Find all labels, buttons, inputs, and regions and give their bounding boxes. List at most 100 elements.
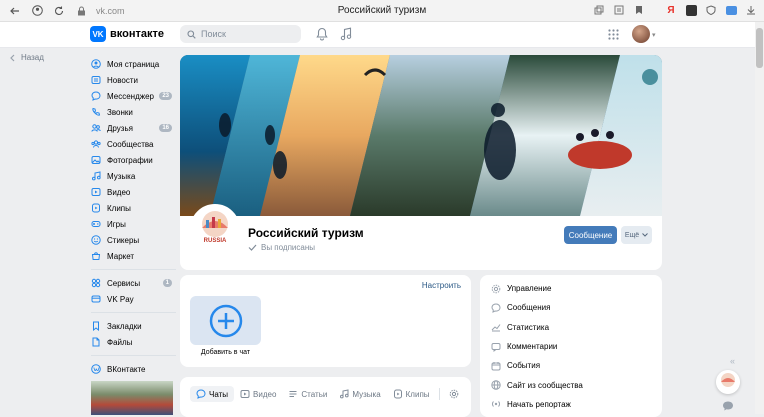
sidebar-item-games[interactable]: Игры — [91, 216, 176, 232]
page-scrollbar[interactable] — [755, 22, 764, 414]
chats-card: Настроить Добавить в чат — [180, 275, 471, 367]
extension-icon[interactable] — [684, 3, 698, 17]
reload-icon[interactable] — [52, 4, 66, 18]
vkpay-icon — [91, 295, 101, 303]
sidebar-item-news[interactable]: Новости — [91, 72, 176, 88]
chevron-down-icon[interactable]: ▾ — [652, 31, 656, 39]
plus-circle-icon — [209, 304, 242, 337]
menu-item-label: Сообщения — [507, 303, 551, 313]
sidebar-item-label: Игры — [107, 219, 126, 229]
account-icon[interactable] — [30, 4, 44, 18]
market-icon — [91, 252, 101, 260]
avatar-logo-text: RUSSIA — [204, 238, 227, 244]
bell-icon[interactable] — [316, 27, 328, 41]
tab-music[interactable]: Музыка — [333, 386, 386, 402]
sidebar-item-messenger[interactable]: Мессенджер 23 — [91, 88, 176, 104]
subscription-status[interactable]: Вы подписаны — [248, 243, 315, 252]
sidebar-item-label: ВКонтакте — [107, 364, 146, 374]
sidebar-item-video[interactable]: Видео — [91, 184, 176, 200]
tab-clips[interactable]: Клипы — [387, 386, 436, 402]
menu-item-comments[interactable]: Комментарии — [480, 337, 662, 356]
collapse-icon[interactable]: « — [730, 356, 735, 366]
community-avatar[interactable]: RUSSIA — [190, 204, 240, 254]
menu-item-stats[interactable]: Статистика — [480, 318, 662, 337]
sidebar-item-vk[interactable]: ВКонтакте — [91, 361, 176, 377]
events-icon — [491, 361, 501, 371]
broadcast-icon — [491, 401, 501, 408]
menu-item-globe[interactable]: Сайт из сообщества — [480, 375, 662, 394]
extension-blue-icon[interactable] — [724, 3, 738, 17]
check-icon — [248, 244, 257, 251]
back-label: Назад — [21, 53, 44, 62]
menu-item-label: События — [507, 361, 541, 371]
back-arrow-icon[interactable] — [8, 4, 22, 18]
sidebar-item-label: VK Pay — [107, 294, 134, 304]
message-button[interactable]: Сообщение — [564, 226, 617, 244]
counter-badge: 1 — [162, 279, 172, 287]
menu-item-events[interactable]: События — [480, 356, 662, 375]
menu-item-message[interactable]: Сообщения — [480, 298, 662, 317]
user-avatar[interactable] — [632, 25, 650, 43]
more-button[interactable]: Ещё — [621, 226, 652, 244]
sidebar-item-files[interactable]: Файлы — [91, 334, 176, 350]
sidebar-item-clips[interactable]: Клипы — [91, 200, 176, 216]
back-link[interactable]: Назад — [9, 53, 44, 62]
search-input[interactable]: Поиск — [180, 25, 301, 43]
sidebar-item-bookmark[interactable]: Закладки — [91, 318, 176, 334]
globe-icon — [491, 380, 501, 390]
sidebar-item-label: Клипы — [107, 203, 131, 213]
sidebar-item-label: Закладки — [107, 321, 142, 331]
news-icon — [91, 76, 101, 84]
sidebar-ad-image[interactable] — [91, 381, 173, 415]
copy-icon[interactable] — [592, 3, 606, 17]
music-icon — [92, 171, 101, 181]
video-icon — [240, 390, 250, 398]
reader-icon[interactable] — [612, 3, 626, 17]
menu-item-label: Сайт из сообщества — [507, 380, 583, 390]
search-icon — [187, 29, 196, 39]
sidebar-item-music[interactable]: Музыка — [91, 168, 176, 184]
shield-icon[interactable] — [704, 3, 718, 17]
sidebar-item-friends[interactable]: Друзья 16 — [91, 120, 176, 136]
tab-video[interactable]: Видео — [234, 386, 282, 402]
add-chat-tile[interactable] — [190, 296, 261, 345]
chat-bubble-icon[interactable] — [722, 400, 734, 412]
sidebar-item-phone[interactable]: Звонки — [91, 104, 176, 120]
menu-item-label: Начать репортаж — [507, 399, 571, 409]
sidebar-item-services[interactable]: Сервисы 1 — [91, 275, 176, 291]
url-text[interactable]: vk.com — [96, 6, 125, 16]
community-header: RUSSIA Российский туризм Вы подписаны Со… — [180, 204, 662, 270]
tabs-settings-button[interactable] — [443, 386, 465, 402]
menu-item-broadcast[interactable]: Начать репортаж — [480, 395, 662, 414]
sidebar-item-communities[interactable]: Сообщества — [91, 136, 176, 152]
scrollbar-thumb[interactable] — [756, 28, 763, 68]
phone-icon — [92, 107, 101, 116]
sidebar-item-label: Музыка — [107, 171, 136, 181]
left-sidebar: Моя страница Новости Мессенджер 23 Звонки Дру… — [91, 56, 176, 415]
menu-item-gear[interactable]: Управление — [480, 279, 662, 298]
sidebar-item-user[interactable]: Моя страница — [91, 56, 176, 72]
sidebar-item-vkpay[interactable]: VK Pay — [91, 291, 176, 307]
apps-grid-icon[interactable] — [608, 29, 619, 40]
music-note-icon[interactable] — [340, 27, 352, 41]
floating-community-avatar[interactable] — [716, 370, 740, 394]
site-header: VK вконтакте Поиск ▾ — [0, 22, 755, 48]
sidebar-item-stickers[interactable]: Стикеры — [91, 232, 176, 248]
bookmark-icon[interactable] — [632, 3, 646, 17]
video-icon — [91, 188, 101, 196]
sidebar-item-label: Моя страница — [107, 59, 160, 69]
browser-toolbar: vk.com Российский туризм Я — [0, 0, 764, 22]
files-icon — [92, 337, 100, 347]
setup-link[interactable]: Настроить — [422, 281, 461, 290]
tab-chat[interactable]: Чаты — [190, 386, 235, 402]
download-icon[interactable] — [744, 3, 758, 17]
sidebar-item-photos[interactable]: Фотографии — [91, 152, 176, 168]
tab-articles[interactable]: Статьи — [282, 386, 333, 402]
tab-label: Чаты — [209, 389, 229, 399]
articles-icon — [289, 391, 297, 397]
sidebar-item-label: Звонки — [107, 107, 133, 117]
sidebar-item-market[interactable]: Маркет — [91, 248, 176, 264]
sidebar-item-label: Стикеры — [107, 235, 140, 245]
yandex-icon[interactable]: Я — [664, 3, 678, 17]
vk-logo[interactable]: VK вконтакте — [90, 26, 164, 42]
